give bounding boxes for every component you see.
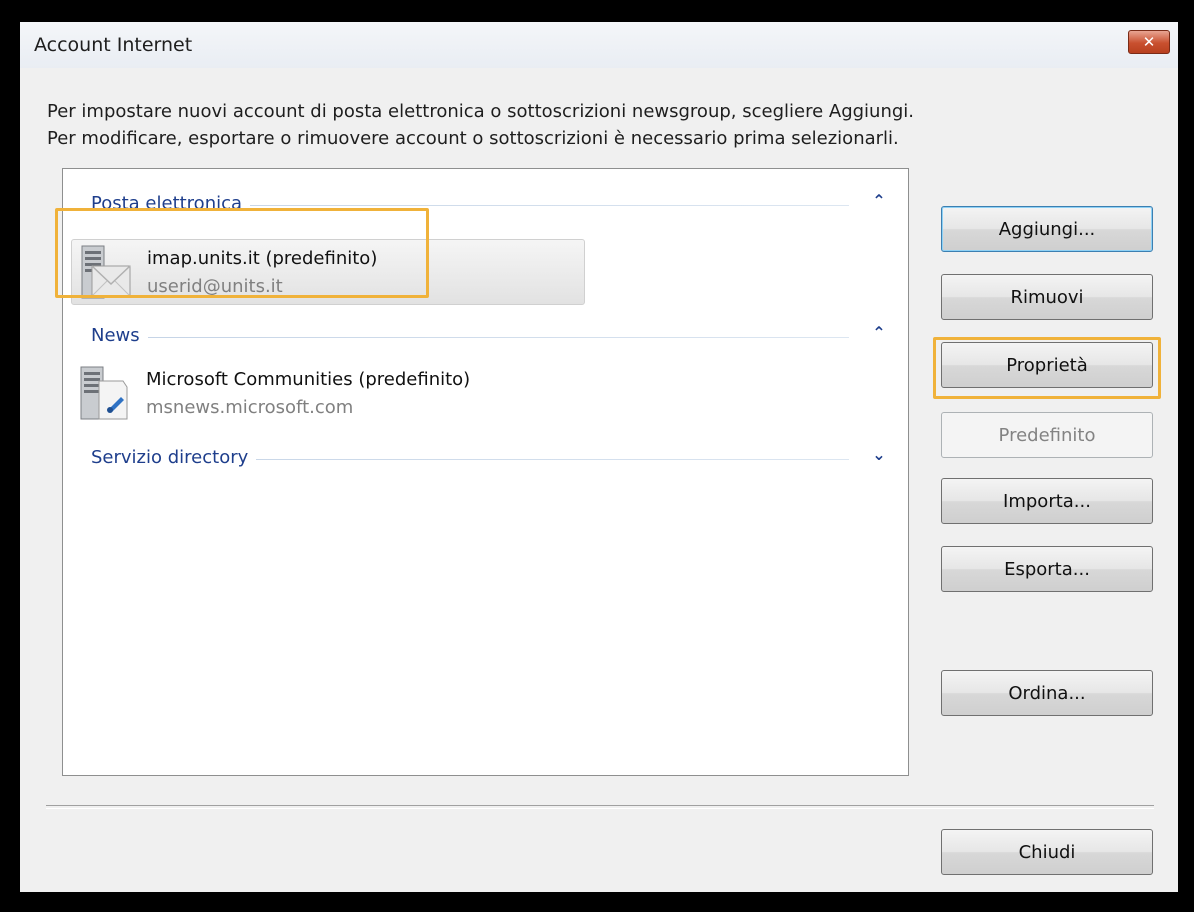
properties-highlight xyxy=(933,337,1161,399)
instruction-line-1: Per impostare nuovi account di posta ele… xyxy=(47,101,915,122)
group-label: News xyxy=(91,325,148,346)
import-button[interactable]: Importa... xyxy=(941,478,1153,524)
title-bar[interactable]: Account Internet ✕ xyxy=(20,22,1178,68)
chevron-up-icon[interactable]: ⌃ xyxy=(869,323,889,342)
export-button[interactable]: Esporta... xyxy=(941,546,1153,592)
set-default-button[interactable]: Predefinito xyxy=(941,412,1153,458)
account-detail: msnews.microsoft.com xyxy=(146,397,354,418)
group-label: Servizio directory xyxy=(91,447,257,468)
remove-button[interactable]: Rimuovi xyxy=(941,274,1153,320)
instructions: Per impostare nuovi account di posta ele… xyxy=(47,98,914,152)
instruction-line-2: Per modificare, esportare o rimuovere ac… xyxy=(47,128,899,149)
account-name: Microsoft Communities (predefinito) xyxy=(146,369,471,390)
order-button[interactable]: Ordina... xyxy=(941,670,1153,716)
add-button[interactable]: Aggiungi... xyxy=(941,206,1153,252)
news-server-icon xyxy=(80,366,128,420)
chevron-up-icon[interactable]: ⌃ xyxy=(869,191,889,210)
selection-highlight xyxy=(55,208,429,298)
group-divider xyxy=(91,337,849,338)
footer-separator xyxy=(46,805,1154,809)
close-icon[interactable]: ✕ xyxy=(1128,30,1170,54)
group-header-directory[interactable]: Servizio directory ⌄ xyxy=(91,445,889,469)
list-item-news[interactable]: Microsoft Communities (predefinito) msne… xyxy=(71,361,583,425)
group-header-news[interactable]: News ⌃ xyxy=(91,323,889,347)
close-button[interactable]: Chiudi xyxy=(941,829,1153,875)
chevron-down-icon[interactable]: ⌄ xyxy=(869,445,889,464)
account-internet-dialog: Account Internet ✕ Per impostare nuovi a… xyxy=(20,22,1178,892)
window-title: Account Internet xyxy=(34,34,193,56)
